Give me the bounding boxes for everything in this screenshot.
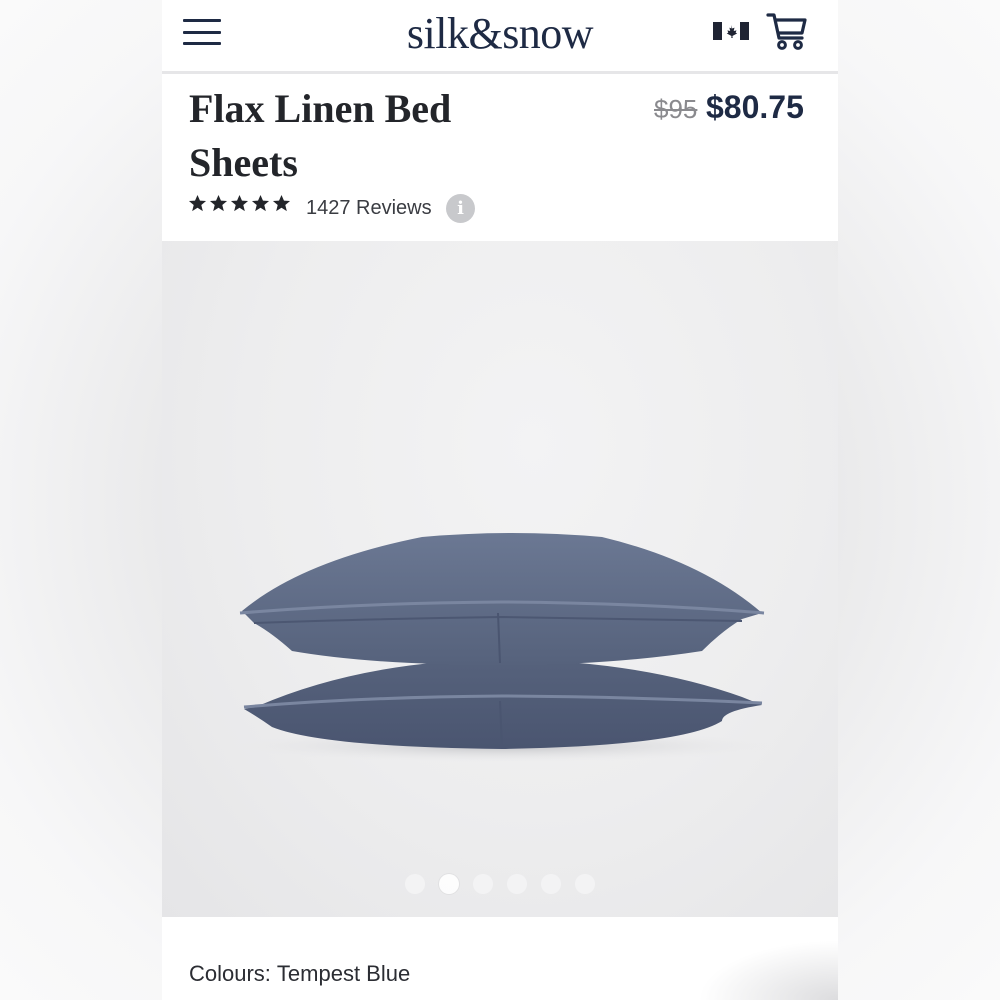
scroll-shadow bbox=[698, 940, 838, 1000]
reviews-link[interactable]: 1427 Reviews bbox=[306, 197, 432, 220]
product-page: silk&snow Flax Linen Bed Sheets $95 $80.… bbox=[162, 0, 838, 1000]
star-icon bbox=[209, 194, 228, 212]
star-icon bbox=[251, 194, 270, 212]
carousel-dot[interactable] bbox=[473, 874, 493, 894]
carousel-dot[interactable] bbox=[541, 874, 561, 894]
carousel-dot[interactable] bbox=[507, 874, 527, 894]
star-icon bbox=[188, 194, 207, 212]
star-icon bbox=[272, 194, 291, 212]
original-price: $95 bbox=[654, 94, 698, 124]
product-image-carousel[interactable] bbox=[162, 241, 838, 917]
product-title-line-1: Flax Linen Bed bbox=[189, 86, 452, 131]
star-rating[interactable] bbox=[188, 194, 291, 213]
product-title: Flax Linen Bed Sheets bbox=[189, 82, 519, 190]
carousel-dot[interactable] bbox=[405, 874, 425, 894]
colour-label: Colours: bbox=[189, 961, 271, 986]
sale-price: $80.75 bbox=[706, 89, 804, 125]
colour-value: Tempest Blue bbox=[276, 961, 411, 986]
colour-selector-label: Colours: Tempest Blue bbox=[189, 961, 410, 987]
carousel-dot[interactable] bbox=[439, 874, 459, 894]
canada-flag-icon[interactable] bbox=[713, 20, 749, 42]
info-icon[interactable]: i bbox=[446, 194, 475, 223]
carousel-dot[interactable] bbox=[575, 874, 595, 894]
cart-icon[interactable] bbox=[765, 8, 811, 54]
star-icon bbox=[230, 194, 249, 212]
product-title-line-2: Sheets bbox=[189, 140, 298, 185]
site-header: silk&snow bbox=[162, 0, 838, 74]
pillows-photo bbox=[232, 533, 772, 762]
carousel-dots bbox=[162, 874, 838, 894]
